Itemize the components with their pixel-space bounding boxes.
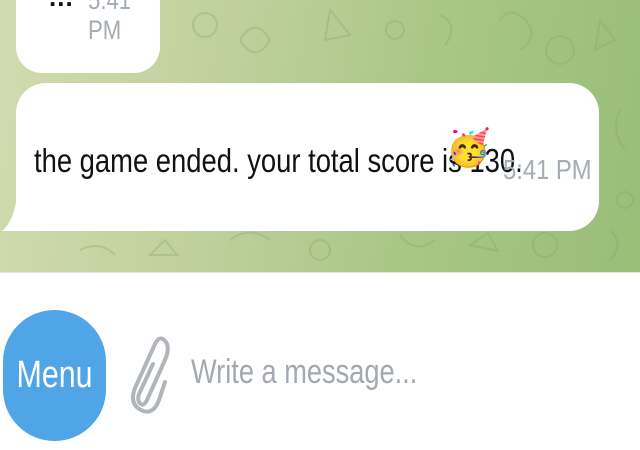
menu-button-label: Menu [16,354,93,396]
partying-face-emoji: 🥳 [446,127,491,168]
previous-message-text: ... [49,0,74,12]
message-time: 5:41 PM [503,154,592,185]
chat-area[interactable]: ... 5:41 PM the game ended. your total s… [0,0,640,272]
previous-message-bubble[interactable]: ... 5:41 PM [16,0,160,73]
message-input[interactable] [190,346,620,396]
paperclip-icon[interactable] [125,330,170,425]
previous-message-time: 5:41 PM [88,0,132,45]
menu-button[interactable]: Menu [3,310,106,441]
